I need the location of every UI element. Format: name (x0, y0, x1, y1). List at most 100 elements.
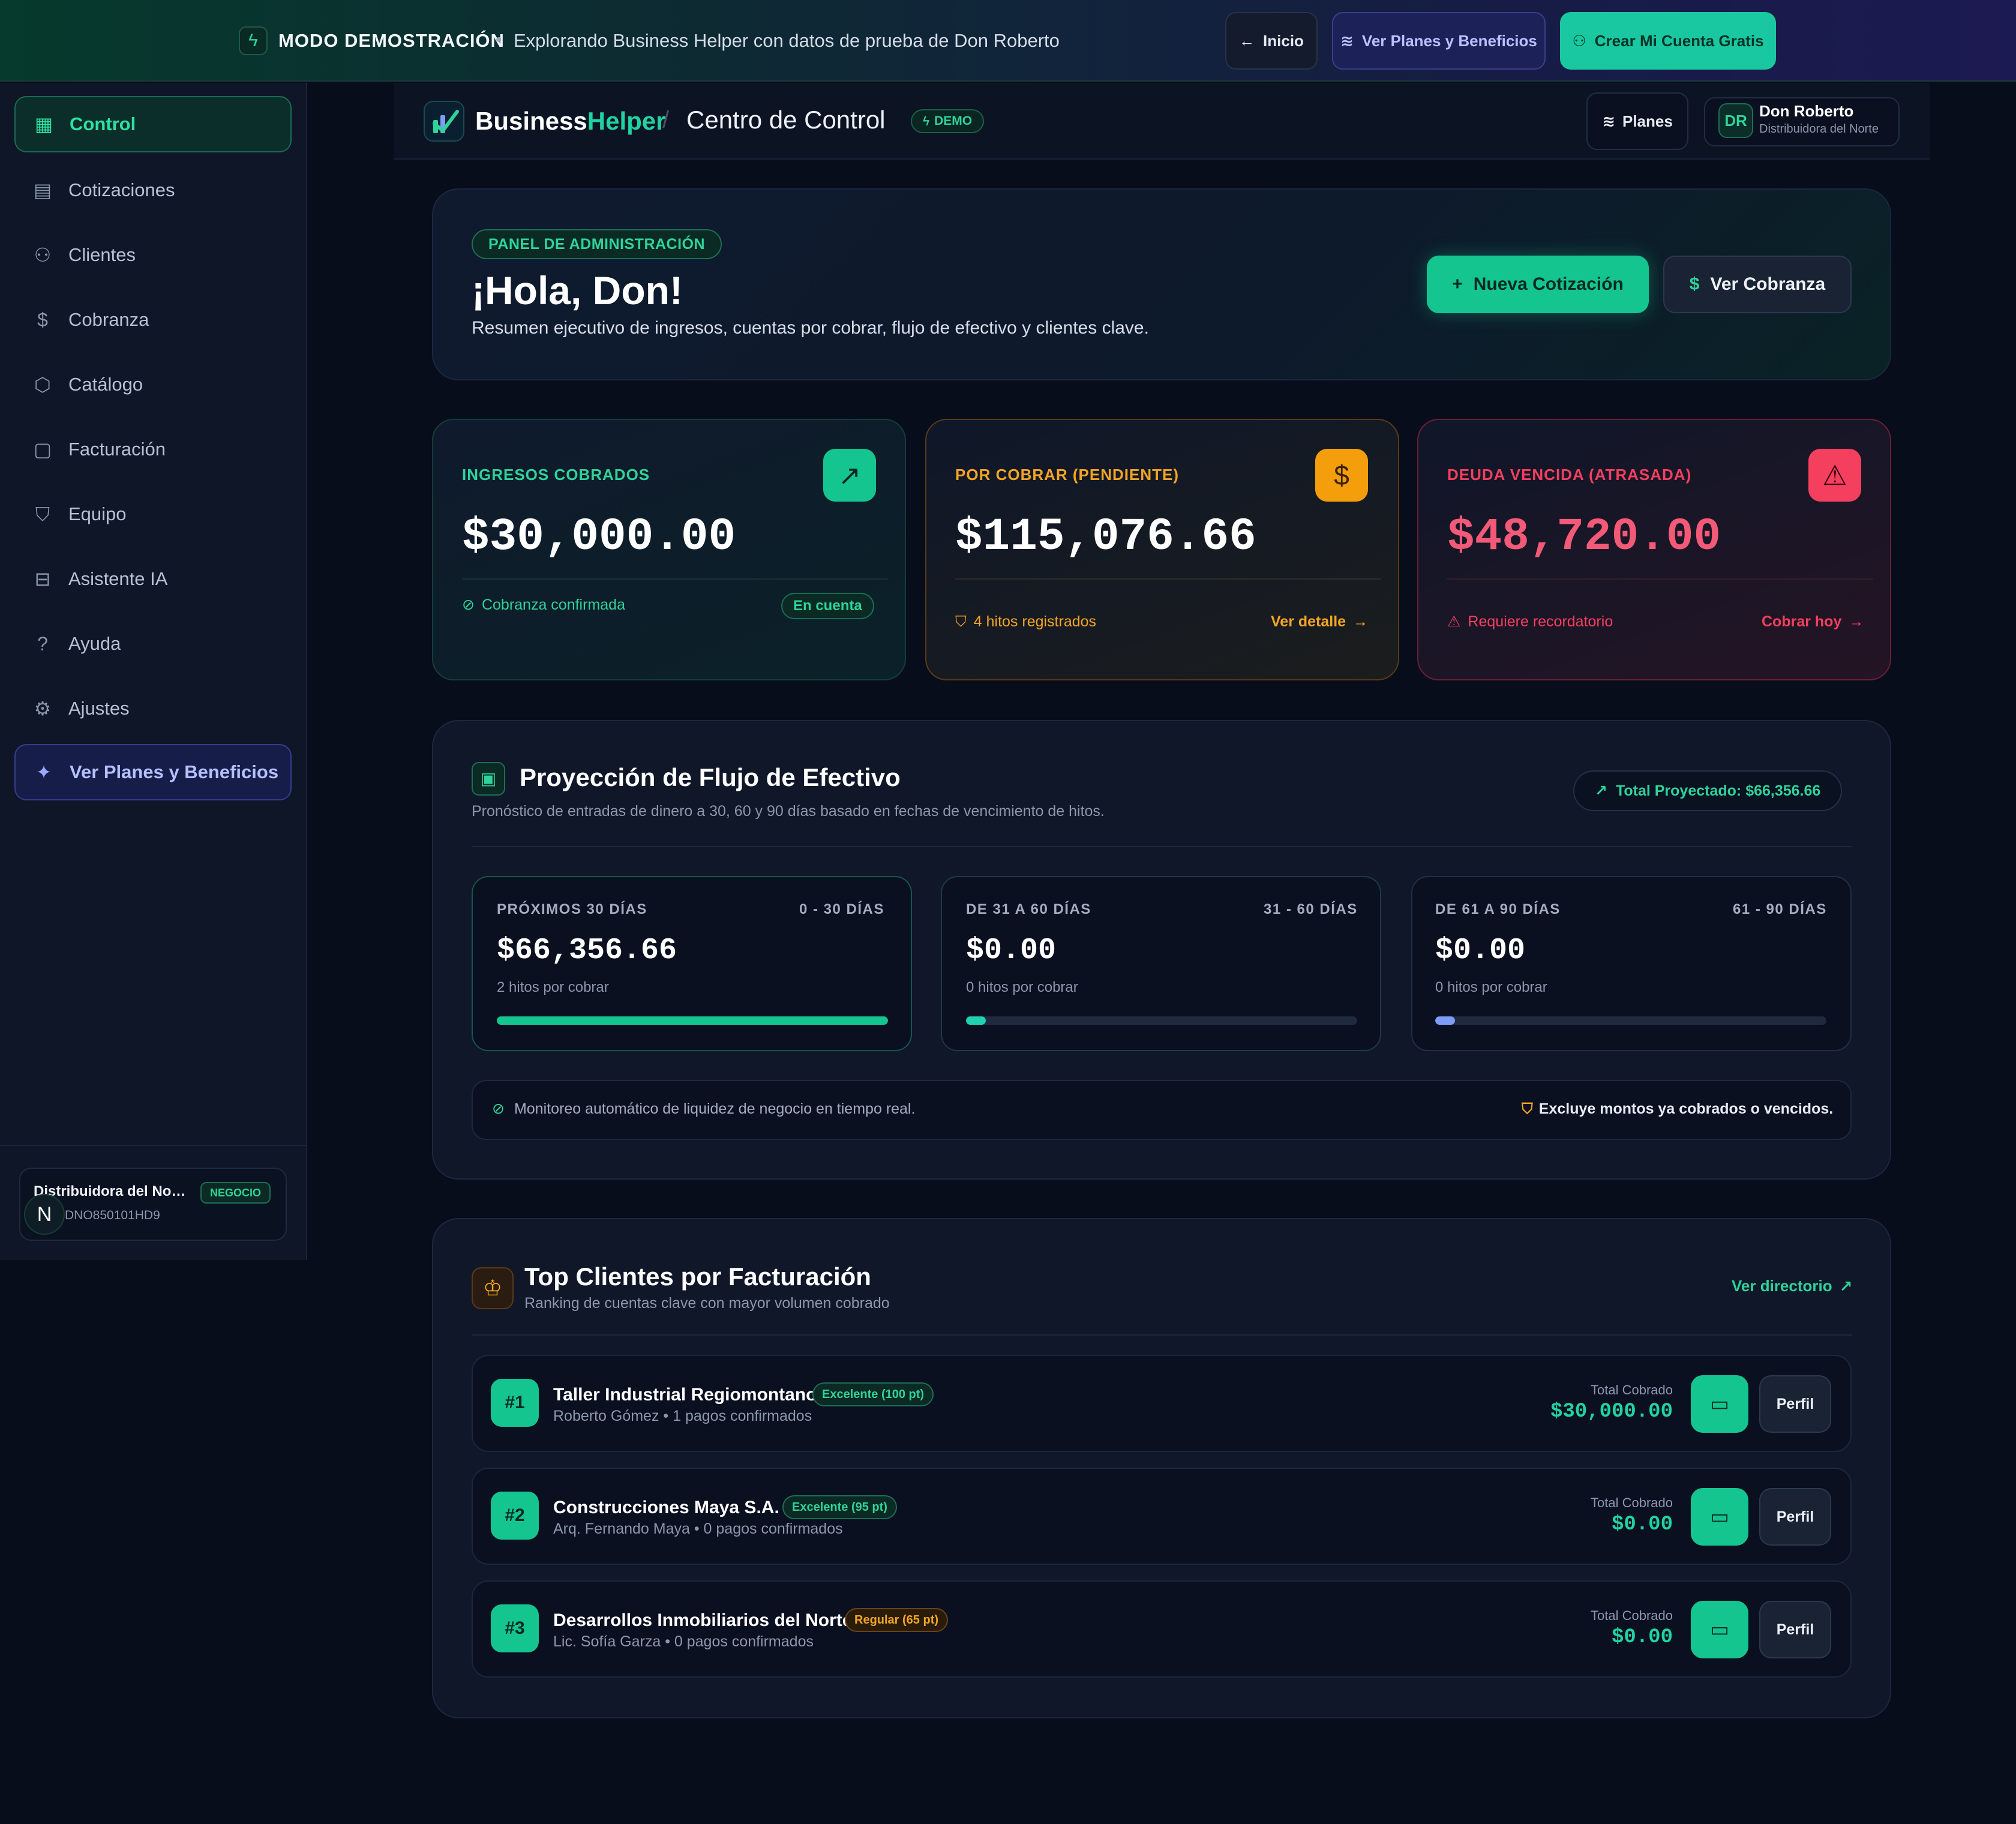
client-subtitle: Lic. Sofía Garza • 0 pagos confirmados (553, 1633, 814, 1650)
check-circle-icon: ⊘ (492, 1100, 505, 1117)
sidebar-item-cotizaciones[interactable]: ▤ Cotizaciones (14, 162, 292, 218)
brand-name-a: Business (475, 107, 587, 135)
sidebar-item-facturacion[interactable]: ▢ Facturación (14, 421, 292, 478)
message-icon: ▭ (1709, 1505, 1730, 1528)
sidebar-item-ayuda[interactable]: ? Ayuda (14, 616, 292, 672)
kpi-label: INGRESOS COBRADOS (462, 466, 650, 484)
kpi-footer-text: Cobranza confirmada (481, 596, 625, 613)
new-quote-label: Nueva Cotización (1473, 274, 1624, 294)
kpi-value: $30,000.00 (462, 511, 736, 563)
sidebar-item-label: Ajustes (68, 698, 130, 719)
business-rfc: DNO850101HD9 (65, 1208, 160, 1222)
invoice-icon: ▢ (33, 439, 52, 460)
arrow-right-icon: → (1353, 613, 1369, 630)
trending-up-icon: ↗ (823, 449, 876, 502)
profile-button[interactable]: Perfil (1759, 1375, 1831, 1433)
kpi-footer: ⊘ Cobranza confirmada (462, 596, 625, 614)
bucket-value: $0.00 (966, 934, 1057, 968)
view-plans-button[interactable]: ≋ Ver Planes y Beneficios (1332, 12, 1546, 70)
view-collections-button[interactable]: $ Ver Cobranza (1663, 256, 1852, 313)
admin-panel-badge: PANEL DE ADMINISTRACIÓN (472, 229, 722, 259)
lightning-icon: ϟ (239, 26, 268, 55)
new-quote-button[interactable]: + Nueva Cotización (1427, 256, 1649, 313)
rank-badge: #2 (491, 1492, 539, 1540)
layers-icon: ≋ (1340, 32, 1354, 50)
rank-badge: #1 (491, 1379, 539, 1427)
separator-dot: • (496, 30, 502, 50)
bucket-label: DE 61 A 90 DÍAS (1435, 901, 1561, 917)
create-account-button[interactable]: ⚇ Crear Mi Cuenta Gratis (1560, 12, 1776, 70)
client-name: Desarrollos Inmobiliarios del Norte (553, 1610, 853, 1630)
message-button[interactable]: ▭ (1691, 1375, 1748, 1433)
business-badge: NEGOCIO (200, 1182, 271, 1204)
sparkles-icon: ✦ (35, 761, 52, 783)
profile-button[interactable]: Perfil (1759, 1601, 1831, 1658)
message-button[interactable]: ▭ (1691, 1488, 1748, 1546)
gear-icon: ⚙ (34, 698, 52, 719)
demo-mode-title: MODO DEMOSTRACIÓN (278, 30, 505, 51)
bucket-label: DE 31 A 60 DÍAS (966, 901, 1091, 917)
total-label: Total Cobrado (1591, 1382, 1673, 1397)
top-clients-title: Top Clientes por Facturación (524, 1262, 871, 1291)
sidebar-item-ajustes[interactable]: ⚙ Ajustes (14, 680, 292, 737)
sidebar-item-label: Catálogo (68, 374, 143, 395)
home-button[interactable]: ← Inicio (1225, 12, 1318, 70)
bucket-range: 0 - 30 DÍAS (799, 901, 884, 917)
collect-today-label: Cobrar hoy (1762, 613, 1842, 630)
message-button[interactable]: ▭ (1691, 1601, 1748, 1658)
award-icon: ♔ (472, 1267, 514, 1309)
view-directory-link[interactable]: Ver directorio ↗ (1732, 1277, 1852, 1295)
lightning-icon: ϟ (923, 114, 930, 128)
bucket-value: $0.00 (1435, 934, 1526, 968)
sidebar-item-equipo[interactable]: ⛉ Equipo (14, 486, 292, 542)
header-plans-button[interactable]: ≋ Planes (1586, 92, 1688, 150)
header-plans-label: Planes (1622, 112, 1673, 130)
sidebar-item-control[interactable]: ▦ Control (14, 96, 292, 152)
shield-icon: ⛉ (35, 503, 50, 525)
view-detail-label: Ver detalle (1271, 613, 1346, 630)
profile-button[interactable]: Perfil (1759, 1488, 1831, 1546)
message-icon: ▭ (1709, 1393, 1730, 1415)
sidebar-item-label: Ayuda (68, 633, 121, 654)
sidebar-item-label: Cotizaciones (68, 179, 175, 200)
greeting-subtitle: Resumen ejecutivo de ingresos, cuentas p… (472, 318, 1149, 338)
bucket-subtitle: 0 hitos por cobrar (1435, 979, 1547, 995)
view-detail-link[interactable]: Ver detalle → (1271, 613, 1368, 631)
layers-icon: ≋ (1602, 112, 1615, 130)
sidebar-item-catalogo[interactable]: ⬡ Catálogo (14, 356, 292, 413)
file-icon: ▤ (33, 179, 52, 201)
view-collections-label: Ver Cobranza (1710, 274, 1826, 294)
bucket-progress-fill (497, 1016, 888, 1025)
top-clients-subtitle: Ranking de cuentas clave con mayor volum… (524, 1295, 890, 1312)
arrow-right-icon: → (1849, 613, 1864, 630)
total-amount: $0.00 (1611, 1513, 1673, 1536)
sidebar-item-label: Facturación (68, 439, 166, 460)
kpi-status-badge: En cuenta (781, 593, 874, 619)
demo-badge-label: DEMO (934, 114, 973, 128)
user-plus-icon: ⚇ (1572, 32, 1586, 50)
logo[interactable] (424, 101, 464, 142)
score-badge: Regular (65 pt) (845, 1608, 949, 1632)
bucket-label: PRÓXIMOS 30 DÍAS (497, 901, 647, 917)
users-icon: ⚇ (34, 244, 52, 266)
collect-today-link[interactable]: Cobrar hoy → (1762, 613, 1864, 631)
dollar-icon: $ (1689, 274, 1700, 294)
client-subtitle: Roberto Gómez • 1 pagos confirmados (553, 1408, 812, 1424)
bucket-progress-track (966, 1016, 1357, 1025)
arrow-up-right-icon: ↗ (1839, 1277, 1853, 1295)
bucket-range: 61 - 90 DÍAS (1733, 901, 1827, 917)
greeting: ¡Hola, Don! (472, 268, 683, 313)
sidebar-item-asistente-ia[interactable]: ⊟ Asistente IA (14, 551, 292, 607)
help-icon: ? (37, 633, 48, 655)
sidebar-item-planes[interactable]: ✦ Ver Planes y Beneficios (14, 744, 292, 800)
kpi-footer-text: Requiere recordatorio (1468, 613, 1613, 630)
kpi-divider (955, 578, 1381, 580)
alert-triangle-icon: ⚠ (1447, 613, 1461, 630)
sidebar-item-cobranza[interactable]: $ Cobranza (14, 292, 292, 348)
bucket-progress-fill (1435, 1016, 1455, 1025)
brand-name-b: Helper (587, 107, 666, 135)
total-amount: $0.00 (1611, 1626, 1673, 1649)
business-name: Distribuidora del Norte (34, 1183, 190, 1199)
bucket-progress-fill (966, 1016, 986, 1025)
sidebar-item-clientes[interactable]: ⚇ Clientes (14, 227, 292, 283)
